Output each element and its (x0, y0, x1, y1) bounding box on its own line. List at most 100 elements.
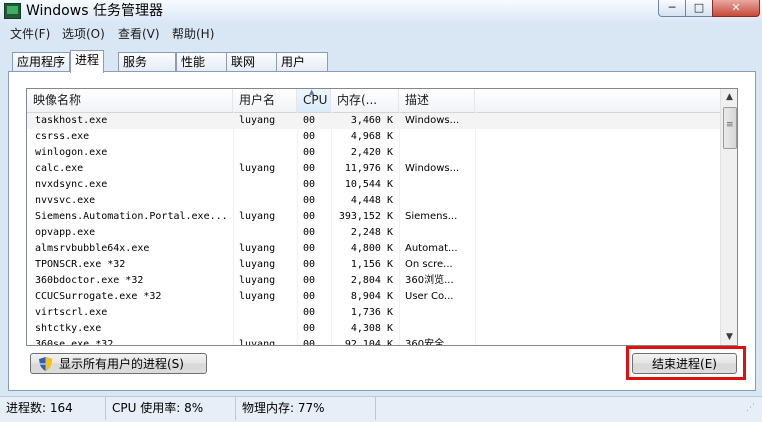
cell-image-name: CCUCSurrogate.exe *32 (35, 291, 162, 302)
tab-services[interactable]: 服务 (118, 52, 176, 72)
menu-view[interactable]: 查看(V) (118, 26, 160, 42)
cell-user-name: luyang (239, 115, 276, 126)
minimize-button[interactable]: ─ (658, 0, 686, 17)
table-row[interactable]: shtctky.exe 00 4,308 K (27, 321, 720, 337)
table-row[interactable]: Siemens.Automation.Portal.exe... luyang … (27, 209, 720, 225)
table-row[interactable]: csrss.exe 00 4,968 K (27, 129, 720, 145)
cell-memory: 393,152 K (338, 211, 393, 222)
cell-user-name: luyang (239, 211, 276, 222)
cell-cpu: 00 (303, 243, 316, 254)
table-row[interactable]: winlogon.exe 00 2,420 K (27, 145, 720, 161)
cell-memory: 4,800 K (350, 243, 393, 254)
cell-cpu: 00 (303, 323, 316, 334)
menu-file[interactable]: 文件(F) (10, 26, 50, 42)
cell-memory: 2,248 K (350, 227, 393, 238)
cell-memory: 4,968 K (350, 131, 393, 142)
maximize-button[interactable]: □ (685, 0, 713, 17)
menu-help[interactable]: 帮助(H) (172, 26, 214, 42)
cell-memory: 92,104 K (344, 339, 393, 346)
cell-cpu: 00 (303, 147, 316, 158)
cell-image-name: opvapp.exe (35, 227, 96, 238)
cell-description: On scre... (405, 259, 453, 270)
cell-memory: 10,544 K (344, 179, 393, 190)
table-row[interactable]: TPONSCR.exe *32 luyang 00 1,156 K On scr… (27, 257, 720, 273)
table-row[interactable]: CCUCSurrogate.exe *32 luyang 00 8,904 K … (27, 289, 720, 305)
status-cpu-usage: CPU 使用率: 8% (106, 397, 236, 420)
cell-memory: 2,804 K (350, 275, 393, 286)
cell-image-name: 360bdoctor.exe *32 (35, 275, 144, 286)
cell-memory: 11,976 K (344, 163, 393, 174)
sort-ascending-icon: ▲ (309, 88, 315, 96)
cell-user-name: luyang (239, 259, 276, 270)
scroll-thumb[interactable] (723, 107, 737, 149)
cell-cpu: 00 (303, 339, 316, 346)
column-memory[interactable]: 内存(... (331, 89, 399, 112)
window-title: Windows 任务管理器 (26, 3, 163, 19)
title-bar[interactable]: Windows 任务管理器 ─ □ ✕ (0, 0, 762, 22)
cell-image-name: TPONSCR.exe *32 (35, 259, 126, 270)
cell-cpu: 00 (303, 115, 316, 126)
task-manager-window: Windows 任务管理器 ─ □ ✕ 文件(F) 选项(O) 查看(V) 帮助… (0, 0, 762, 422)
table-row[interactable]: almsrvbubble64x.exe luyang 00 4,800 K Au… (27, 241, 720, 257)
cell-description: Windows... (405, 115, 460, 126)
uac-shield-icon (39, 357, 52, 371)
resize-grip-icon[interactable]: ⋰ (746, 404, 758, 417)
cell-memory: 4,308 K (350, 323, 393, 334)
cell-memory: 4,448 K (350, 195, 393, 206)
table-row[interactable]: 360se.exe *32 luyang 00 92,104 K 360安全..… (27, 337, 720, 346)
close-button[interactable]: ✕ (712, 0, 760, 17)
cell-user-name: luyang (239, 339, 276, 346)
column-image-name[interactable]: 映像名称 (27, 89, 233, 112)
task-manager-icon (4, 3, 21, 19)
process-list[interactable]: 映像名称 用户名 ▲ CPU 内存(... 描述 taskhost.exe lu… (26, 88, 738, 346)
menu-options[interactable]: 选项(O) (62, 26, 105, 42)
cell-cpu: 00 (303, 227, 316, 238)
cell-image-name: calc.exe (35, 163, 84, 174)
cell-image-name: shtctky.exe (35, 323, 102, 334)
column-header-row: 映像名称 用户名 ▲ CPU 内存(... 描述 (27, 89, 720, 113)
cell-description: User Co... (405, 291, 454, 302)
status-physical-memory: 物理内存: 77% (236, 397, 376, 420)
scroll-down-icon[interactable]: ▼ (721, 329, 737, 345)
column-cpu-label: CPU (303, 93, 328, 107)
cell-cpu: 00 (303, 131, 316, 142)
cell-description: 360浏览... (405, 275, 454, 286)
cell-memory: 1,736 K (350, 307, 393, 318)
cell-cpu: 00 (303, 259, 316, 270)
column-description[interactable]: 描述 (399, 89, 475, 112)
cell-cpu: 00 (303, 179, 316, 190)
cell-cpu: 00 (303, 163, 316, 174)
table-row[interactable]: nvvsvc.exe 00 4,448 K (27, 193, 720, 209)
column-user-name[interactable]: 用户名 (233, 89, 297, 112)
cell-description: 360安全... (405, 339, 454, 346)
vertical-scrollbar[interactable]: ▲ ▼ (720, 89, 737, 345)
cell-cpu: 00 (303, 275, 316, 286)
table-row[interactable]: nvxdsync.exe 00 10,544 K (27, 177, 720, 193)
cell-image-name: 360se.exe *32 (35, 339, 114, 346)
tab-performance[interactable]: 性能 (176, 52, 228, 72)
cell-image-name: almsrvbubble64x.exe (35, 243, 150, 254)
table-row[interactable]: calc.exe luyang 00 11,976 K Windows... (27, 161, 720, 177)
table-row[interactable]: opvapp.exe 00 2,248 K (27, 225, 720, 241)
cell-memory: 2,420 K (350, 147, 393, 158)
table-row[interactable]: 360bdoctor.exe *32 luyang 00 2,804 K 360… (27, 273, 720, 289)
cell-memory: 8,904 K (350, 291, 393, 302)
table-row[interactable]: taskhost.exe luyang 00 3,460 K Windows..… (27, 113, 720, 129)
column-cpu[interactable]: ▲ CPU (297, 89, 331, 112)
show-all-users-button[interactable]: 显示所有用户的进程(S) (30, 353, 207, 374)
cell-image-name: csrss.exe (35, 131, 90, 142)
tab-processes[interactable]: 进程 (70, 50, 105, 73)
cell-image-name: virtscrl.exe (35, 307, 108, 318)
cell-image-name: winlogon.exe (35, 147, 108, 158)
scroll-up-icon[interactable]: ▲ (721, 89, 737, 105)
cell-image-name: Siemens.Automation.Portal.exe... (35, 211, 228, 222)
status-process-count: 进程数: 164 (0, 397, 106, 420)
table-row[interactable]: virtscrl.exe 00 1,736 K (27, 305, 720, 321)
tab-networking[interactable]: 联网 (226, 52, 278, 72)
tab-users[interactable]: 用户 (276, 52, 328, 72)
tab-applications[interactable]: 应用程序 (12, 52, 71, 72)
status-bar: 进程数: 164 CPU 使用率: 8% 物理内存: 77% ⋰ (0, 396, 762, 422)
cell-image-name: taskhost.exe (35, 115, 108, 126)
cell-memory: 1,156 K (350, 259, 393, 270)
cell-user-name: luyang (239, 163, 276, 174)
